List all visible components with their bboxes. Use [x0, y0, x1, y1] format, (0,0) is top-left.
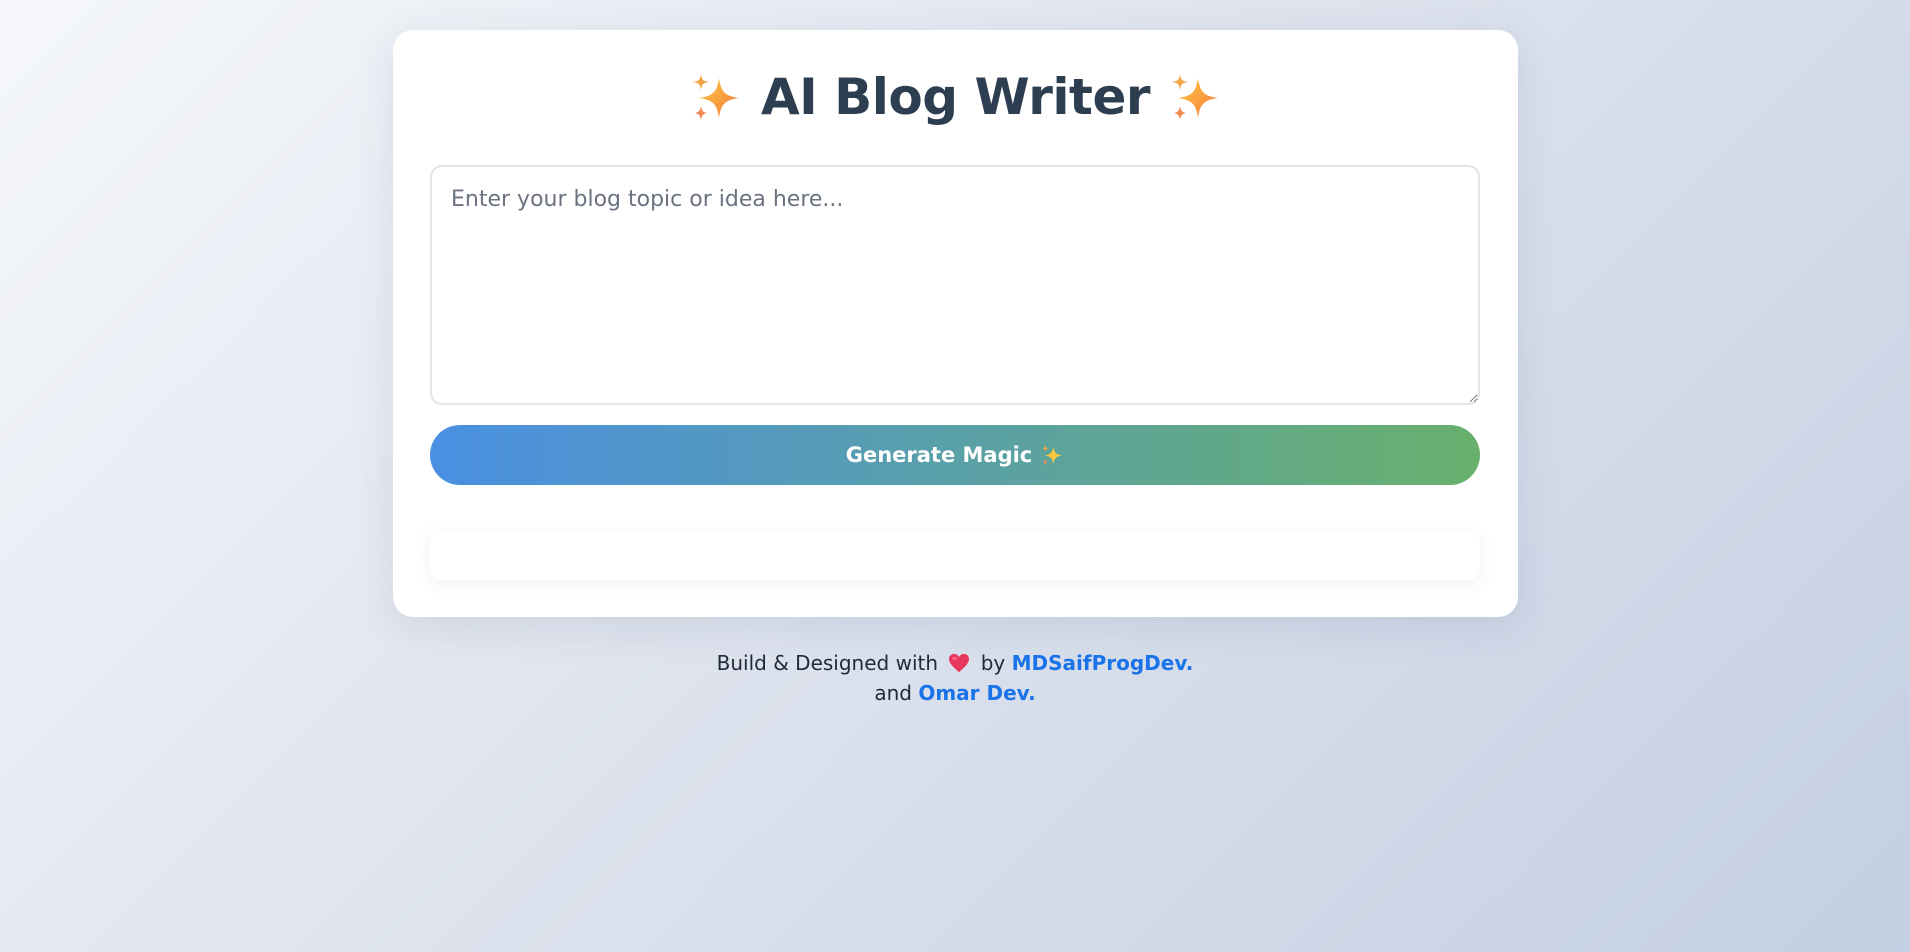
page-title: AI Blog Writer — [760, 68, 1151, 126]
footer-and: and — [874, 681, 912, 705]
footer: Build & Designed with by MDSaifProgDev. … — [0, 648, 1910, 708]
header: AI Blog Writer — [393, 52, 1518, 142]
sparkles-icon — [1172, 74, 1219, 120]
sparkles-icon — [1042, 444, 1063, 466]
author-link-mdsaifprogdev[interactable]: MDSaifProgDev. — [1012, 651, 1194, 675]
output-panel — [430, 530, 1480, 580]
footer-line-1: Build & Designed with by MDSaifProgDev. — [0, 648, 1910, 678]
sparkles-icon — [692, 74, 739, 120]
footer-line-2: and Omar Dev. — [0, 678, 1910, 708]
author-link-omar-dev[interactable]: Omar Dev. — [918, 681, 1035, 705]
generate-button-label: Generate Magic — [845, 443, 1033, 467]
topic-input-wrapper — [430, 165, 1480, 405]
footer-by: by — [980, 651, 1006, 675]
heart-icon — [949, 653, 970, 673]
footer-prefix: Build & Designed with — [716, 651, 939, 675]
topic-input[interactable] — [430, 165, 1480, 405]
generate-button[interactable]: Generate Magic — [430, 425, 1480, 485]
